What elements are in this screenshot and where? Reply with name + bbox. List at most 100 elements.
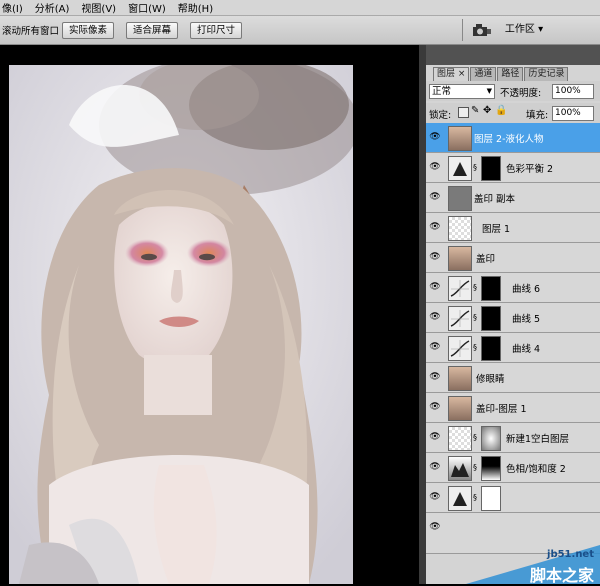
panel-tabs: 图层 × 通道 路径 历史记录 (433, 67, 569, 81)
actual-pixels-button[interactable]: 实际像素 (62, 22, 114, 39)
menu-image[interactable]: 像(I) (0, 0, 23, 15)
visibility-eye-icon[interactable]: 👁 (428, 222, 442, 232)
layer-thumbnail (448, 396, 472, 421)
layer-mask-thumbnail (481, 306, 501, 331)
visibility-eye-icon[interactable]: 👁 (428, 522, 442, 532)
visibility-eye-icon[interactable]: 👁 (428, 132, 442, 142)
visibility-eye-icon[interactable]: 👁 (428, 372, 442, 382)
visibility-eye-icon[interactable]: 👁 (428, 492, 442, 502)
layer-name: 图层 2-液化人物 (474, 134, 544, 145)
layer-row[interactable]: 👁 § 曲线 5 (426, 303, 600, 333)
workspace-menu[interactable]: 工作区 ▾ (498, 22, 550, 37)
visibility-eye-icon[interactable]: 👁 (428, 252, 442, 262)
panel-collapse-strip[interactable] (419, 45, 426, 584)
opacity-input[interactable]: 100% (552, 84, 594, 99)
tab-channels[interactable]: 通道 (470, 67, 497, 81)
hue-saturation-icon (448, 456, 472, 481)
layer-row[interactable]: 👁 § 色相/饱和度 2 (426, 453, 600, 483)
link-chain-icon: § (473, 163, 477, 172)
layer-row[interactable]: 👁 § 曲线 6 (426, 273, 600, 303)
watermark-site: 脚本之家 (529, 566, 594, 585)
visibility-eye-icon[interactable]: 👁 (428, 342, 442, 352)
watermark-url: jb51.net (547, 549, 594, 560)
visibility-eye-icon[interactable]: 👁 (428, 402, 442, 412)
layer-name: 新建1空白图层 (506, 434, 570, 445)
layer-row[interactable]: 👁 图层 2-液化人物 (426, 123, 600, 153)
layer-row[interactable]: 👁 § 色彩平衡 2 (426, 153, 600, 183)
layer-name: 色彩平衡 2 (506, 164, 554, 175)
fill-input[interactable]: 100% (552, 106, 594, 121)
visibility-eye-icon[interactable]: 👁 (428, 282, 442, 292)
visibility-eye-icon[interactable]: 👁 (428, 462, 442, 472)
panel-header[interactable] (426, 45, 600, 65)
layer-row[interactable]: 👁 图层 1 (426, 213, 600, 243)
curves-icon (448, 336, 472, 361)
link-chain-icon: § (473, 433, 477, 442)
print-size-button[interactable]: 打印尺寸 (190, 22, 242, 39)
layer-name: 修眼睛 (476, 374, 505, 385)
layer-row[interactable]: 👁 盖印-图层 1 (426, 393, 600, 423)
menu-view[interactable]: 视图(V) (79, 0, 116, 15)
layer-name: 图层 1 (482, 224, 511, 235)
chevron-down-icon: ▼ (486, 87, 492, 95)
tab-history[interactable]: 历史记录 (524, 67, 569, 81)
tab-paths[interactable]: 路径 (497, 67, 524, 81)
watermark: jb51.net 脚本之家 (426, 545, 600, 585)
layer-row[interactable]: 👁 盖印 (426, 243, 600, 273)
adjustment-icon (448, 156, 472, 181)
layer-name: 盖印-图层 1 (476, 404, 527, 415)
link-chain-icon: § (473, 313, 477, 322)
layer-row[interactable]: 👁 § 新建1空白图层 (426, 423, 600, 453)
toolbar-separator (462, 19, 463, 41)
layer-row[interactable]: 👁 § 曲线 4 (426, 333, 600, 363)
camera-icon[interactable] (470, 21, 492, 39)
visibility-eye-icon[interactable]: 👁 (428, 312, 442, 322)
tab-layers[interactable]: 图层 × (433, 67, 470, 81)
scroll-all-windows-label[interactable]: 滚动所有窗口 (2, 23, 59, 37)
visibility-eye-icon[interactable]: 👁 (428, 192, 442, 202)
lock-all-icon[interactable]: 🔒 (495, 105, 507, 116)
portrait-photo (9, 65, 353, 584)
lock-move-icon[interactable]: ✥ (483, 105, 491, 116)
lock-brush-icon[interactable]: ✎ (471, 105, 479, 116)
menu-window-label: 窗口(W) (128, 4, 166, 15)
fit-screen-button[interactable]: 适合屏幕 (126, 22, 178, 39)
layer-thumbnail (448, 186, 472, 211)
fill-label: 填充: (526, 110, 549, 121)
menu-view-label: 视图(V) (81, 4, 117, 15)
lock-row: 锁定: ✎ ✥ 🔒 填充: 100% (426, 103, 600, 123)
layer-row[interactable]: 👁 修眼睛 (426, 363, 600, 393)
menu-image-label: 像(I) (2, 4, 23, 15)
opacity-label: 不透明度: (500, 88, 542, 99)
layer-name: 盖印 副本 (474, 194, 516, 205)
visibility-eye-icon[interactable]: 👁 (428, 432, 442, 442)
layer-thumbnail (448, 366, 472, 391)
menu-bar: 像(I) 分析(A) 视图(V) 窗口(W) 帮助(H) (0, 0, 600, 16)
curves-icon (448, 276, 472, 301)
document-image[interactable] (9, 65, 353, 584)
curves-icon (448, 306, 472, 331)
visibility-eye-icon[interactable]: 👁 (428, 162, 442, 172)
layer-row[interactable]: 👁 盖印 副本 (426, 183, 600, 213)
layers-panel: 图层 × 通道 路径 历史记录 正常 ▼ 不透明度: 100% 锁定: ✎ ✥ … (426, 45, 600, 585)
menu-help[interactable]: 帮助(H) (176, 0, 213, 15)
layer-mask-thumbnail (481, 276, 501, 301)
layer-thumbnail (448, 126, 472, 151)
blend-mode-value: 正常 (432, 86, 452, 97)
layer-mask-thumbnail (481, 456, 501, 481)
menu-analysis-label: 分析(A) (34, 4, 70, 15)
opacity-value: 100% (555, 86, 581, 96)
lock-transparent-icon[interactable] (458, 107, 469, 118)
adjustment-icon (448, 486, 472, 511)
layer-mask-thumbnail (481, 156, 501, 181)
layer-mask-thumbnail (481, 336, 501, 361)
fill-value: 100% (555, 108, 581, 118)
layer-row[interactable]: 👁 § (426, 483, 600, 513)
menu-analysis[interactable]: 分析(A) (33, 0, 70, 15)
blend-mode-select[interactable]: 正常 ▼ (429, 84, 495, 99)
layer-name: 曲线 6 (512, 284, 541, 295)
lock-label: 锁定: (429, 110, 452, 121)
layers-panel-dock: 图层 × 通道 路径 历史记录 正常 ▼ 不透明度: 100% 锁定: ✎ ✥ … (419, 45, 600, 585)
layer-mask-thumbnail (481, 486, 501, 511)
menu-window[interactable]: 窗口(W) (126, 0, 166, 15)
